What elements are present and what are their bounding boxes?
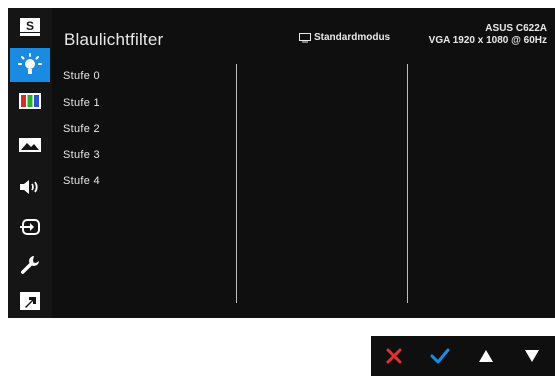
down-arrow-icon [525, 350, 539, 362]
model-info: ASUS C622A VGA 1920 x 1080 @ 60Hz [429, 23, 547, 47]
option-stufe-0[interactable]: Stufe 0 [63, 70, 100, 82]
monitor-icon [299, 32, 311, 42]
model-name: ASUS C622A [485, 23, 547, 34]
option-stufe-4[interactable]: Stufe 4 [63, 175, 100, 187]
blue-light-icon [18, 53, 42, 74]
mode-indicator: Standardmodus [299, 32, 390, 43]
speaker-icon [20, 180, 38, 194]
input-select-icon [20, 219, 40, 235]
sidebar-item-system[interactable] [11, 252, 49, 278]
up-arrow-icon [479, 350, 493, 362]
sidebar-item-blue-light[interactable] [10, 48, 50, 82]
page-title: Blaulichtfilter [64, 30, 164, 49]
resolution-info: VGA 1920 x 1080 @ 60Hz [428, 35, 547, 46]
sidebar-item-shortcut[interactable] [11, 288, 49, 314]
mode-label: Standardmodus [314, 32, 391, 43]
confirm-button[interactable] [417, 336, 463, 376]
sidebar-item-splendid[interactable]: S [11, 14, 49, 40]
close-button[interactable] [371, 336, 417, 376]
navigation-bar [371, 336, 555, 376]
sidebar-item-sound[interactable] [11, 174, 49, 200]
image-icon [19, 138, 41, 152]
down-button[interactable] [509, 336, 555, 376]
close-icon [386, 348, 402, 364]
shortcut-icon [20, 292, 40, 310]
sidebar-item-image[interactable] [11, 132, 49, 158]
sidebar: S [8, 8, 52, 318]
splendid-icon: S [20, 18, 40, 36]
sidebar-item-input[interactable] [11, 214, 49, 240]
column-divider [407, 64, 408, 303]
up-button[interactable] [463, 336, 509, 376]
osd-menu: S Blaulichtfilter Standardmodus ASUS C62… [8, 8, 555, 318]
svg-text:S: S [26, 19, 34, 33]
wrench-icon [21, 256, 39, 274]
option-stufe-3[interactable]: Stufe 3 [63, 149, 100, 161]
option-stufe-2[interactable]: Stufe 2 [63, 123, 100, 135]
content-panel: Stufe 0 Stufe 1 Stufe 2 Stufe 3 Stufe 4 [52, 58, 555, 318]
column-divider [236, 64, 237, 303]
option-stufe-1[interactable]: Stufe 1 [63, 97, 100, 109]
check-icon [430, 348, 450, 364]
color-bars-icon [19, 93, 41, 109]
sidebar-item-color[interactable] [11, 88, 49, 114]
